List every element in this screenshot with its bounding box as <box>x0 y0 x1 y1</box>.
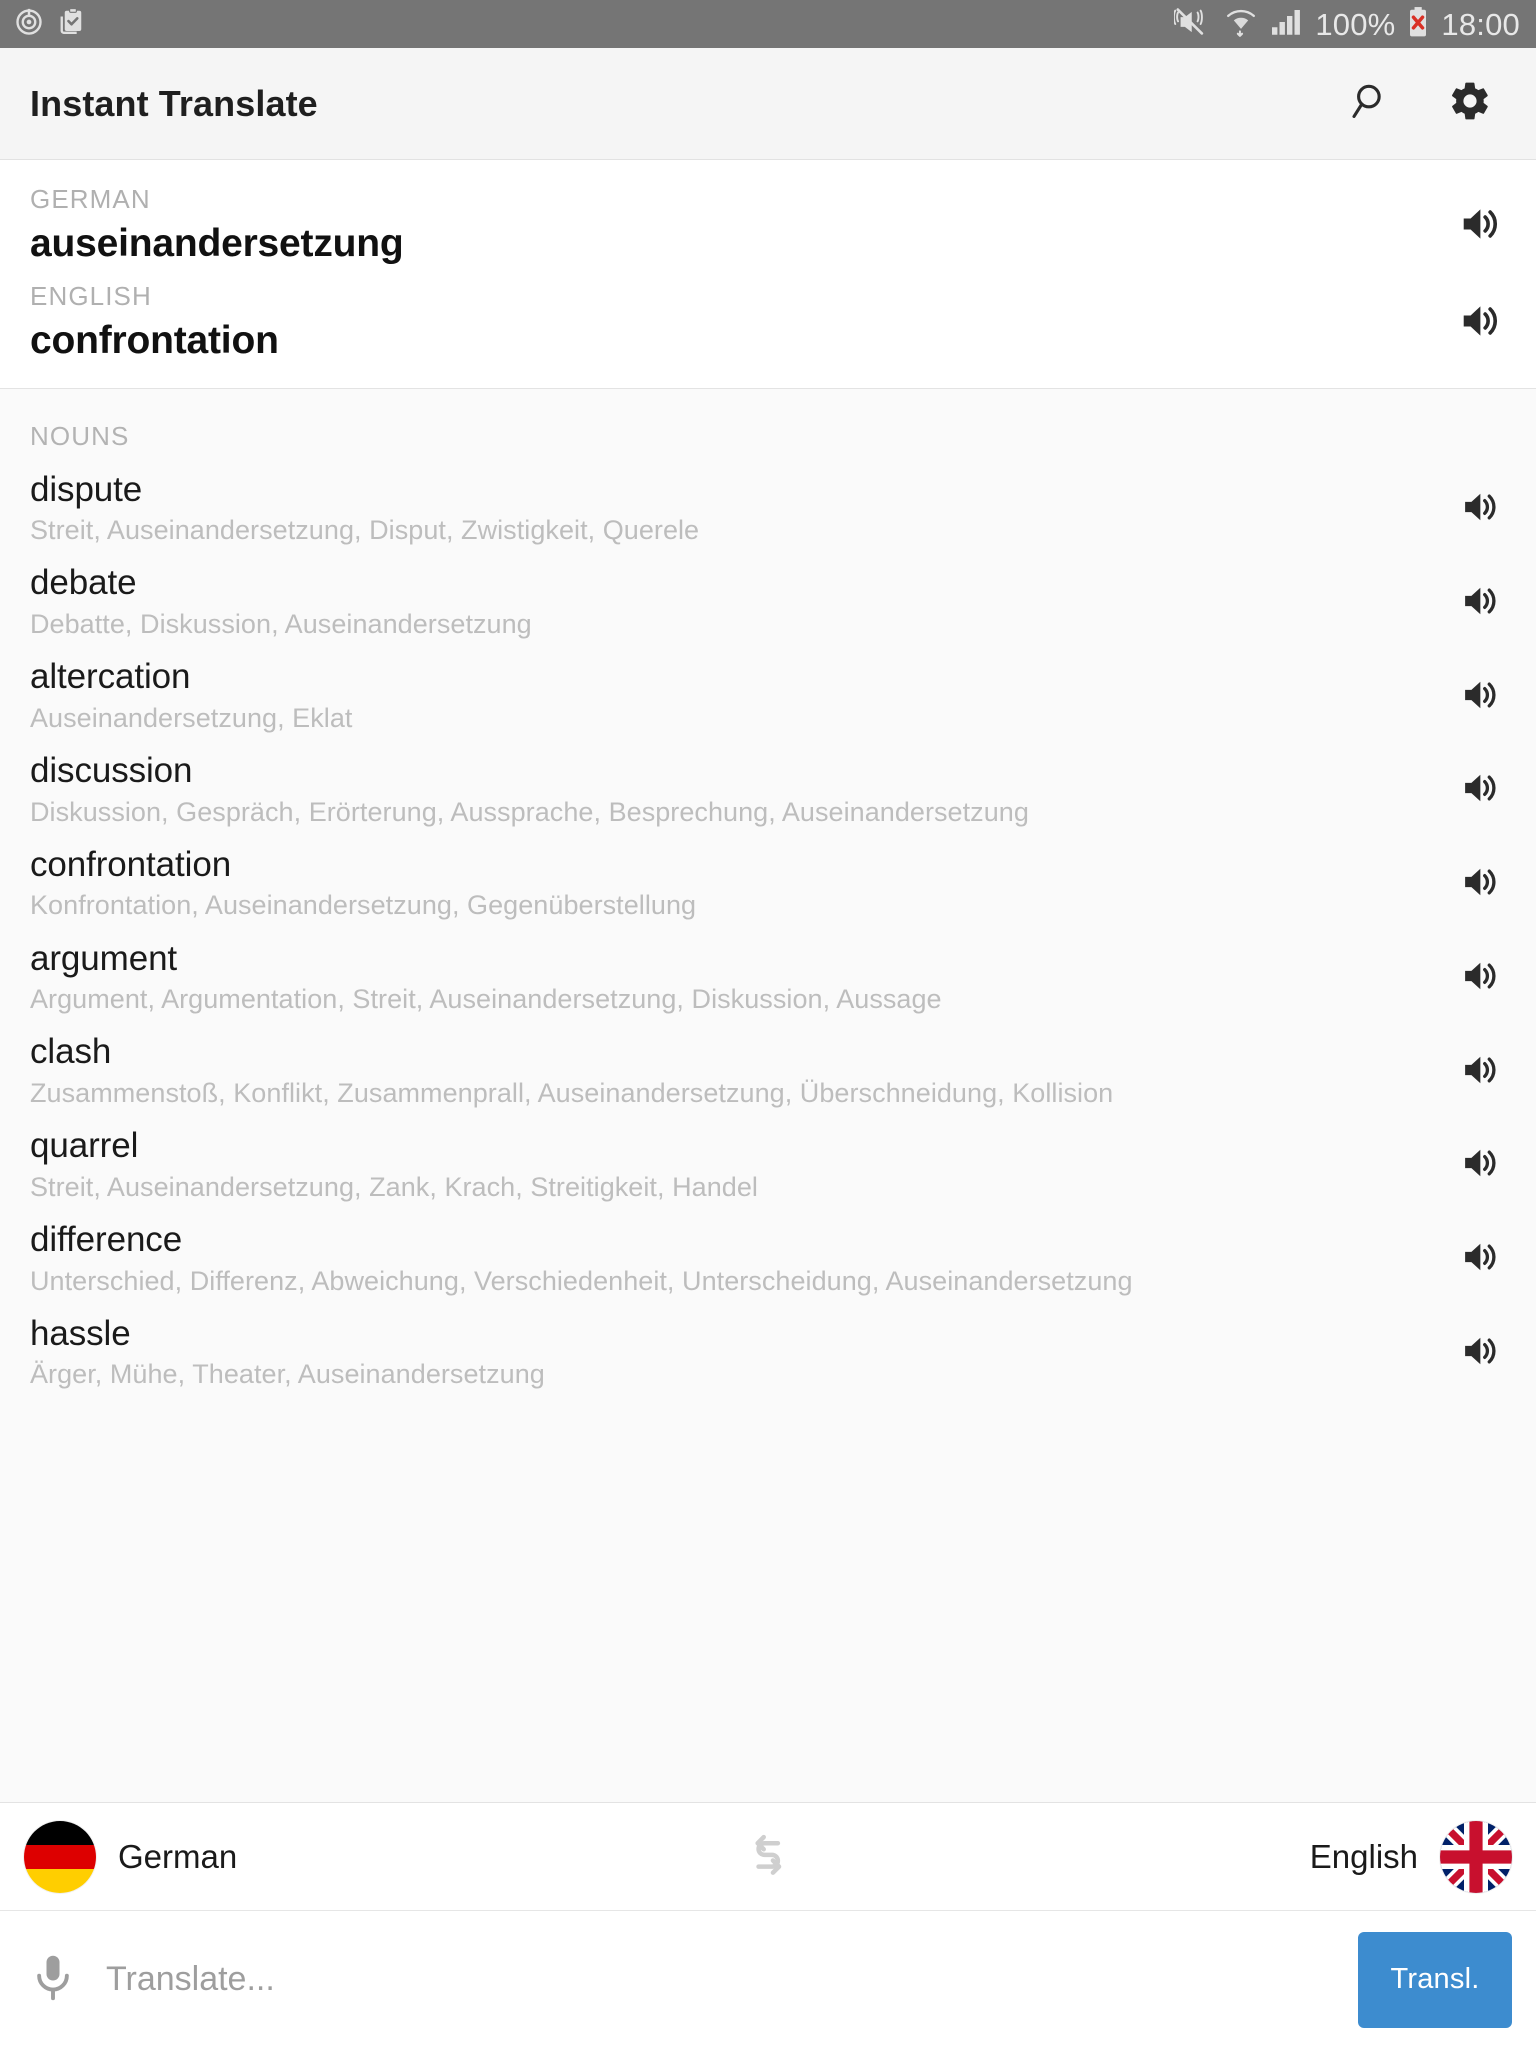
noun-word: hassle <box>30 1313 131 1353</box>
speaker-icon <box>1459 486 1501 533</box>
noun-row[interactable]: dispute Streit, Auseinandersetzung, Disp… <box>0 463 1536 557</box>
noun-synonyms: Argument, Argumentation, Streit, Auseina… <box>30 984 942 1015</box>
noun-row[interactable]: hassle Ärger, Mühe, Theater, Auseinander… <box>0 1307 1536 1401</box>
translate-input[interactable] <box>84 1949 1358 2010</box>
nouns-section: NOUNS dispute Streit, Auseinandersetzung… <box>0 389 1536 1802</box>
noun-synonyms: Ärger, Mühe, Theater, Auseinandersetzung <box>30 1359 545 1390</box>
noun-row[interactable]: argument Argument, Argumentation, Streit… <box>0 932 1536 1026</box>
microphone-icon <box>27 1951 79 2008</box>
search-icon <box>1350 79 1394 128</box>
speaker-icon <box>1459 955 1501 1002</box>
nouns-section-label: NOUNS <box>30 421 130 452</box>
status-bar-indicators: 100% 18:00 <box>1173 6 1520 43</box>
noun-synonyms: Streit, Auseinandersetzung, Zank, Krach,… <box>30 1171 758 1202</box>
noun-word: argument <box>30 938 178 978</box>
gear-icon <box>1448 79 1492 128</box>
clock-label: 18:00 <box>1441 6 1520 42</box>
speaker-icon <box>1459 674 1501 721</box>
battery-percent-label: 100% <box>1315 6 1396 42</box>
speaker-icon <box>1459 861 1501 908</box>
app-bar-actions <box>1344 76 1512 132</box>
source-language-label: GERMAN <box>30 184 151 214</box>
search-button[interactable] <box>1344 76 1400 132</box>
target-speak-button[interactable] <box>1450 294 1510 354</box>
noun-speak-button[interactable] <box>1450 1324 1510 1384</box>
translation-card: GERMAN auseinandersetzung ENGLISH confro… <box>0 160 1536 390</box>
noun-word: difference <box>30 1219 183 1259</box>
app-bar: Instant Translate <box>0 48 1536 160</box>
noun-row[interactable]: confrontation Konfrontation, Auseinander… <box>0 838 1536 932</box>
speaker-icon <box>1459 580 1501 627</box>
speaker-icon <box>1459 1049 1501 1096</box>
language-selector-inner: German English <box>24 1820 1512 1893</box>
noun-speak-button[interactable] <box>1450 1230 1510 1290</box>
source-language-name: German <box>118 1838 238 1875</box>
app-screen: 100% 18:00 Instant Translate GERMAN ause… <box>0 0 1536 2048</box>
source-language-selector[interactable]: German <box>24 1820 238 1893</box>
content-scroll-area[interactable]: GERMAN auseinandersetzung ENGLISH confro… <box>0 160 1536 1802</box>
language-selector-bar: German English <box>0 1802 1536 1910</box>
noun-row[interactable]: debate Debatte, Diskussion, Auseinanders… <box>0 556 1536 650</box>
noun-word: dispute <box>30 469 143 509</box>
speaker-icon <box>1457 298 1503 349</box>
source-word: auseinandersetzung <box>30 222 404 266</box>
source-speak-button[interactable] <box>1450 197 1510 257</box>
noun-word: altercation <box>30 657 191 697</box>
noun-synonyms: Konfrontation, Auseinandersetzung, Gegen… <box>30 890 697 921</box>
noun-speak-button[interactable] <box>1450 479 1510 539</box>
translate-button[interactable]: Transl. <box>1358 1931 1512 2028</box>
alarm-target-icon <box>14 7 44 42</box>
target-language-selector[interactable]: English <box>1309 1820 1512 1893</box>
page-title: Instant Translate <box>30 82 318 124</box>
noun-row[interactable]: altercation Auseinandersetzung, Eklat <box>0 650 1536 744</box>
noun-synonyms: Debatte, Diskussion, Auseinandersetzung <box>30 609 532 640</box>
noun-synonyms: Zusammenstoß, Konflikt, Zusammenprall, A… <box>30 1077 1114 1108</box>
wifi-icon <box>1223 6 1259 43</box>
target-word: confrontation <box>30 319 279 363</box>
swap-languages-icon <box>741 1827 795 1886</box>
noun-speak-button[interactable] <box>1450 1136 1510 1196</box>
noun-synonyms: Streit, Auseinandersetzung, Disput, Zwis… <box>30 515 700 546</box>
noun-row[interactable]: quarrel Streit, Auseinandersetzung, Zank… <box>0 1119 1536 1213</box>
speaker-icon <box>1459 767 1501 814</box>
noun-speak-button[interactable] <box>1450 948 1510 1008</box>
translate-input-bar: Transl. <box>0 1910 1536 2048</box>
noun-row[interactable]: clash Zusammenstoß, Konflikt, Zusammenpr… <box>0 1025 1536 1119</box>
target-translation-block: ENGLISH confrontation <box>0 275 1536 372</box>
noun-word: discussion <box>30 750 193 790</box>
noun-synonyms: Auseinandersetzung, Eklat <box>30 702 353 733</box>
voice-input-button[interactable] <box>22 1949 84 2011</box>
uk-flag-icon <box>1440 1820 1512 1893</box>
noun-word: quarrel <box>30 1126 139 1166</box>
target-language-label: ENGLISH <box>30 281 152 312</box>
vibrate-mute-icon <box>1173 6 1212 43</box>
status-bar: 100% 18:00 <box>0 0 1536 48</box>
clipboard-check-icon <box>58 7 88 42</box>
noun-word: debate <box>30 563 137 603</box>
battery-error-icon <box>1406 6 1430 43</box>
speaker-icon <box>1459 1330 1501 1377</box>
noun-synonyms: Unterschied, Differenz, Abweichung, Vers… <box>30 1265 1133 1296</box>
noun-row[interactable]: difference Unterschied, Differenz, Abwei… <box>0 1213 1536 1307</box>
settings-button[interactable] <box>1442 76 1498 132</box>
noun-speak-button[interactable] <box>1450 573 1510 633</box>
noun-speak-button[interactable] <box>1450 667 1510 727</box>
speaker-icon <box>1457 201 1503 252</box>
noun-speak-button[interactable] <box>1450 855 1510 915</box>
noun-row[interactable]: discussion Diskussion, Gespräch, Erörter… <box>0 744 1536 838</box>
noun-word: confrontation <box>30 844 232 884</box>
source-translation-block: GERMAN auseinandersetzung <box>0 178 1536 275</box>
german-flag-icon <box>24 1820 96 1893</box>
speaker-icon <box>1459 1236 1501 1283</box>
noun-word: clash <box>30 1032 112 1072</box>
swap-languages-button[interactable] <box>736 1825 800 1889</box>
signal-icon <box>1270 7 1304 42</box>
noun-speak-button[interactable] <box>1450 1042 1510 1102</box>
target-language-name: English <box>1309 1838 1418 1875</box>
noun-synonyms: Diskussion, Gespräch, Erörterung, Ausspr… <box>30 796 1029 827</box>
status-bar-notifications <box>14 7 88 42</box>
noun-speak-button[interactable] <box>1450 761 1510 821</box>
speaker-icon <box>1459 1142 1501 1189</box>
